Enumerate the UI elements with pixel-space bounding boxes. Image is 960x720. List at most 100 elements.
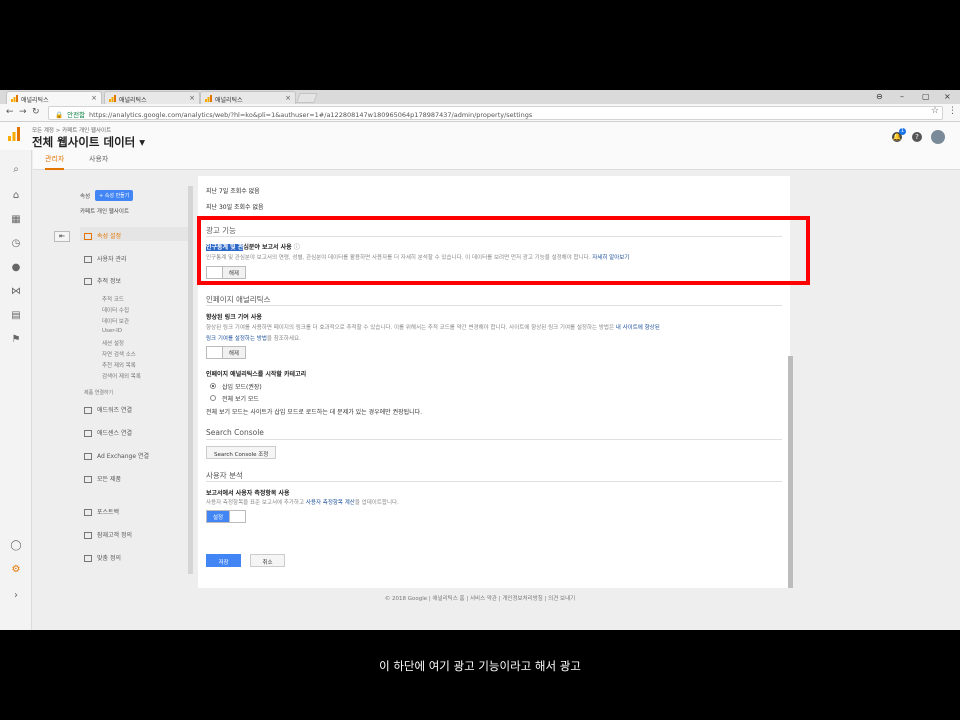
- analytics-favicon-icon: [11, 95, 18, 102]
- user-metric-toggle[interactable]: 설정: [206, 510, 246, 523]
- menu-label: 사용자 관리: [97, 256, 127, 263]
- sub-tracking-code[interactable]: 추적 코드: [102, 295, 124, 303]
- left-nav-rail: ⌕ ⌂ ▦ ◷ ● ⋈ ▤ ⚑ ◯ ⚙ ›: [0, 150, 32, 630]
- menu-audience-definitions[interactable]: 잠재고객 정의: [84, 530, 132, 539]
- fullview-mode-label[interactable]: 전체 보기 모드: [222, 394, 259, 403]
- menu-label: 속성 설정: [97, 233, 121, 240]
- search-console-title: Search Console: [206, 428, 264, 437]
- sub-session-settings[interactable]: 세션 설정: [102, 339, 124, 347]
- fullview-mode-radio[interactable]: [210, 395, 216, 401]
- enhanced-link-help-link[interactable]: 내 사이트에 향상된: [616, 325, 660, 331]
- menu-adwords-linking[interactable]: 애드워즈 연결: [84, 405, 132, 414]
- sub-organic-sources[interactable]: 자연 검색 소스: [102, 350, 136, 358]
- user-metric-label: 보고서에서 사용자 측정항목 사용: [206, 490, 290, 497]
- analytics-favicon-icon: [205, 95, 212, 102]
- breadcrumb[interactable]: 모든 계정 > 카페트 개인 웹사이트: [32, 126, 111, 134]
- tab-label: 애널리틱스: [119, 97, 147, 104]
- menu-tracking-info[interactable]: 추적 정보: [84, 276, 121, 285]
- person-icon[interactable]: ●: [10, 262, 22, 274]
- address-row: ← → ↻ 🔒 안전함 https://analytics.google.com/a…: [0, 104, 960, 122]
- avatar[interactable]: [931, 130, 945, 144]
- inpage-analytics-title: 인페이지 애널리틱스: [206, 295, 271, 304]
- forward-arrow-icon[interactable]: →: [19, 107, 27, 117]
- annotation-highlight-box: [197, 216, 810, 285]
- browser-tab[interactable]: 애널리틱스 ×: [200, 91, 296, 104]
- menu-property-settings[interactable]: 속성 설정: [80, 227, 192, 241]
- menu-label: 포스트백: [97, 509, 120, 516]
- sub-search-term-exclusion[interactable]: 검색어 제외 목록: [102, 372, 141, 380]
- property-scrollbar[interactable]: [188, 186, 193, 574]
- sub-data-collection[interactable]: 데이터 수집: [102, 306, 129, 314]
- browser-tab[interactable]: 애널리틱스 ×: [104, 91, 200, 104]
- divider: [206, 481, 782, 482]
- property-settings-icon: [84, 233, 92, 240]
- flag-icon[interactable]: ⚑: [10, 334, 22, 346]
- toggle-knob: [207, 347, 223, 358]
- menu-dots-icon[interactable]: ⋮: [948, 106, 957, 116]
- back-button[interactable]: ⇤: [54, 231, 70, 242]
- star-icon[interactable]: ☆: [931, 106, 939, 116]
- description-text: 을 업데이트합니다.: [354, 500, 399, 506]
- minimize-icon[interactable]: –: [900, 92, 904, 101]
- browser-tab[interactable]: 애널리틱스 ×: [6, 91, 102, 104]
- user-analysis-title: 사용자 분석: [206, 471, 243, 480]
- toggle-knob: [229, 511, 245, 522]
- clock-icon[interactable]: ◷: [10, 238, 22, 250]
- menu-user-management[interactable]: 사용자 관리: [84, 254, 127, 263]
- enhanced-link-toggle[interactable]: 해제: [206, 346, 246, 359]
- acquisition-icon[interactable]: ⋈: [10, 286, 22, 298]
- menu-label: Ad Exchange 연결: [97, 453, 149, 460]
- maximize-icon[interactable]: ▢: [922, 92, 930, 101]
- close-tab-icon[interactable]: ×: [189, 94, 195, 102]
- toggle-label: 설정: [213, 515, 224, 521]
- url-bar[interactable]: 🔒 안전함 https://analytics.google.com/analyti…: [48, 106, 943, 120]
- embedded-mode-label[interactable]: 삽입 모드(권장): [222, 382, 262, 391]
- divider: [206, 305, 782, 306]
- postback-icon: [84, 509, 92, 516]
- search-console-adjust-button[interactable]: Search Console 조정: [206, 446, 277, 459]
- dashboard-icon[interactable]: ▦: [10, 214, 22, 226]
- sub-user-id[interactable]: User-ID: [102, 328, 122, 334]
- analytics-logo-icon: [8, 127, 20, 141]
- menu-custom-definitions[interactable]: 맞춤 정의: [84, 553, 121, 562]
- lightbulb-icon[interactable]: ◯: [10, 540, 22, 552]
- enhanced-link-setup-link[interactable]: 링크 기여를 설정하는 방법: [206, 336, 267, 342]
- property-name[interactable]: 카페트 개인 웹사이트: [80, 207, 129, 215]
- reload-icon[interactable]: ↻: [32, 107, 40, 117]
- menu-postbacks[interactable]: 포스트백: [84, 507, 119, 516]
- ga-header: 모든 계정 > 카페트 개인 웹사이트 전체 웹사이트 데이터 ▾ 🔔 1 ?: [0, 122, 960, 150]
- page-footer: © 2018 Google | 애널리틱스 홈 | 서비스 약관 | 개인정보처…: [384, 596, 576, 602]
- settings-scrollbar[interactable]: [788, 356, 793, 588]
- close-tab-icon[interactable]: ×: [91, 94, 97, 102]
- menu-label: 잠재고객 정의: [97, 532, 133, 539]
- gear-icon[interactable]: ⚙: [10, 564, 22, 576]
- sub-referral-exclusion[interactable]: 추천 제외 목록: [102, 361, 136, 369]
- account-icon[interactable]: ⊖: [876, 92, 883, 101]
- menu-label: 맞춤 정의: [97, 555, 121, 562]
- save-button[interactable]: 저장: [206, 554, 241, 567]
- tab-label: 애널리틱스: [215, 97, 243, 104]
- tab-user[interactable]: 사용자: [89, 154, 108, 164]
- close-window-icon[interactable]: ×: [944, 92, 951, 101]
- new-tab-button[interactable]: [296, 93, 318, 103]
- menu-adsense-linking[interactable]: 애드센스 연결: [84, 428, 132, 437]
- custom-definitions-icon: [84, 555, 92, 562]
- behavior-icon[interactable]: ▤: [10, 310, 22, 322]
- description-text: 을 참조하세요.: [266, 336, 301, 342]
- back-arrow-icon[interactable]: ←: [6, 107, 14, 117]
- cancel-button[interactable]: 취소: [250, 554, 285, 567]
- home-icon[interactable]: ⌂: [10, 190, 22, 202]
- tab-admin[interactable]: 관리자: [45, 154, 65, 170]
- enhanced-link-description-2: 링크 기여를 설정하는 방법을 참조하세요.: [206, 334, 301, 342]
- embedded-mode-radio[interactable]: [210, 383, 216, 389]
- analytics-favicon-icon: [109, 95, 116, 102]
- sub-data-retention[interactable]: 데이터 보관: [102, 317, 129, 325]
- help-icon[interactable]: ?: [912, 132, 922, 142]
- close-tab-icon[interactable]: ×: [285, 94, 291, 102]
- menu-adexchange-linking[interactable]: Ad Exchange 연결: [84, 451, 149, 460]
- search-icon[interactable]: ⌕: [10, 164, 22, 176]
- menu-all-products[interactable]: 모든 제품: [84, 474, 121, 483]
- user-metric-calc-link[interactable]: 사용자 측정항목 계산: [306, 500, 355, 506]
- create-property-button[interactable]: + 속성 만들기: [95, 190, 134, 201]
- property-view-selector[interactable]: 전체 웹사이트 데이터 ▾: [32, 134, 145, 150]
